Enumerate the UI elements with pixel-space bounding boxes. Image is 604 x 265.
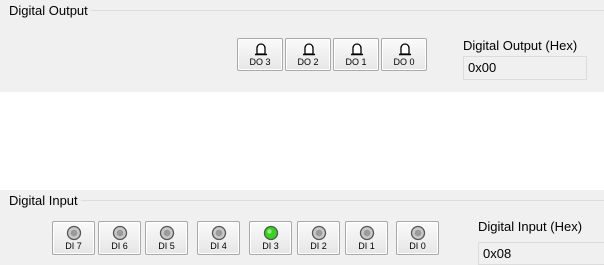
di-7-label: DI 7 xyxy=(65,241,82,251)
digital-output-hex-field[interactable]: 0x00 xyxy=(463,56,587,80)
do-0-button[interactable]: DO 0 xyxy=(381,38,427,71)
bell-icon xyxy=(303,43,315,56)
di-7-indicator[interactable]: DI 7 xyxy=(52,221,95,255)
do-1-label: DO 1 xyxy=(345,57,367,67)
led-off-icon xyxy=(159,225,175,241)
bell-icon xyxy=(255,43,267,56)
led-off-icon xyxy=(211,225,227,241)
do-0-label: DO 0 xyxy=(393,57,415,67)
led-off-icon xyxy=(112,225,128,241)
do-3-button[interactable]: DO 3 xyxy=(237,38,283,71)
di-3-label: DI 3 xyxy=(262,241,279,251)
led-off-icon xyxy=(410,225,426,241)
di-4-label: DI 4 xyxy=(210,241,227,251)
digital-input-group: Digital Input DI 7 DI 6 DI 5 DI 4 DI 3 D… xyxy=(0,190,604,265)
do-1-button[interactable]: DO 1 xyxy=(333,38,379,71)
bell-icon xyxy=(399,43,411,56)
group-border xyxy=(7,10,604,11)
digital-input-hex-label: Digital Input (Hex) xyxy=(478,219,583,234)
di-2-indicator[interactable]: DI 2 xyxy=(297,221,340,255)
group-border xyxy=(7,200,604,201)
do-2-label: DO 2 xyxy=(297,57,319,67)
do-3-label: DO 3 xyxy=(249,57,271,67)
led-on-icon xyxy=(263,225,279,241)
di-6-label: DI 6 xyxy=(111,241,128,251)
digital-input-title: Digital Input xyxy=(6,193,81,208)
di-0-label: DI 0 xyxy=(409,241,426,251)
digital-output-hex-label: Digital Output (Hex) xyxy=(463,38,578,53)
di-4-indicator[interactable]: DI 4 xyxy=(197,221,240,255)
led-off-icon xyxy=(311,225,327,241)
di-0-indicator[interactable]: DI 0 xyxy=(396,221,439,255)
di-6-indicator[interactable]: DI 6 xyxy=(98,221,141,255)
di-5-indicator[interactable]: DI 5 xyxy=(145,221,188,255)
digital-output-group: Digital Output DO 3 DO 2 DO 1 DO 0 Digit… xyxy=(0,0,604,92)
di-3-indicator[interactable]: DI 3 xyxy=(249,221,292,255)
di-2-label: DI 2 xyxy=(310,241,327,251)
bell-icon xyxy=(351,43,363,56)
digital-input-hex-field[interactable]: 0x08 xyxy=(478,242,604,265)
digital-output-title: Digital Output xyxy=(6,3,91,18)
led-off-icon xyxy=(66,225,82,241)
di-1-indicator[interactable]: DI 1 xyxy=(345,221,388,255)
led-off-icon xyxy=(359,225,375,241)
do-2-button[interactable]: DO 2 xyxy=(285,38,331,71)
di-1-label: DI 1 xyxy=(358,241,375,251)
di-5-label: DI 5 xyxy=(158,241,175,251)
